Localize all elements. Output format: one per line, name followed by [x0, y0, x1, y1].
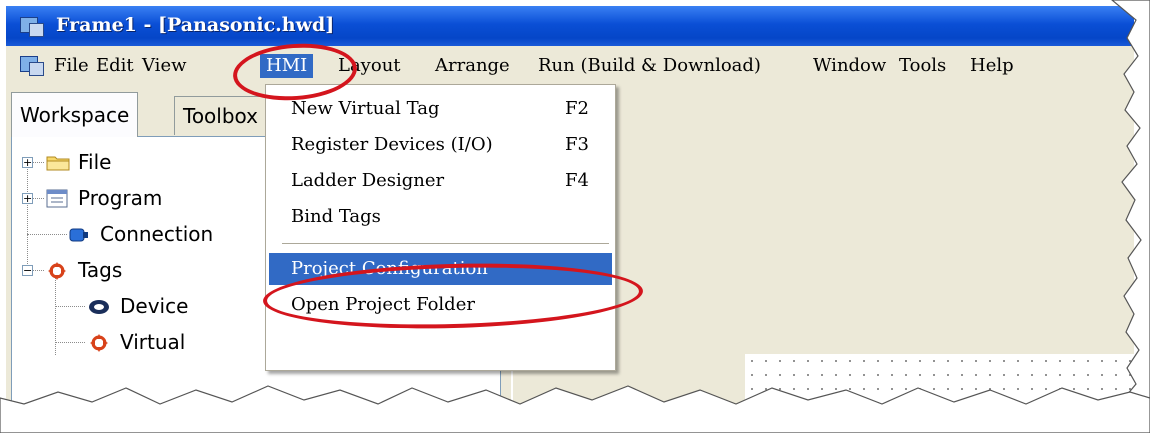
tab-toolbox[interactable]: Toolbox — [174, 96, 267, 135]
document-icon[interactable] — [20, 54, 44, 76]
tree-label-device: Device — [120, 294, 189, 318]
application-window: Frame1 - [Panasonic.hwd] File Edit View … — [6, 6, 1134, 426]
menu-file[interactable]: File — [48, 54, 95, 78]
menu-tools[interactable]: Tools — [893, 54, 952, 78]
menu-bar: File Edit View HMI Layout Arrange Run (B… — [6, 46, 1134, 84]
menu-window[interactable]: Window — [807, 54, 892, 78]
connection-icon — [69, 228, 88, 242]
menu-layout[interactable]: Layout — [332, 54, 407, 78]
tree-label-file: File — [78, 150, 112, 174]
design-canvas[interactable] — [745, 354, 1134, 426]
hmi-dropdown-menu: New Virtual Tag F2 Register Devices (I/O… — [265, 84, 616, 371]
tree-label-virtual: Virtual — [120, 330, 186, 354]
menu-hmi[interactable]: HMI — [260, 54, 314, 78]
tab-workspace[interactable]: Workspace — [11, 92, 139, 137]
expand-icon[interactable]: + — [22, 157, 33, 168]
program-icon — [46, 189, 68, 208]
window-title: Frame1 - [Panasonic.hwd] — [56, 14, 335, 36]
menu-help[interactable]: Help — [964, 54, 1020, 78]
menu-edit[interactable]: Edit — [90, 54, 140, 78]
menu-item-new-virtual-tag[interactable]: New Virtual Tag F2 — [269, 93, 612, 125]
virtual-tag-icon — [90, 334, 108, 352]
tree-label-program: Program — [78, 186, 163, 210]
menu-item-ladder-designer[interactable]: Ladder Designer F4 — [269, 165, 612, 197]
menu-item-project-configuration[interactable]: Project Configuration — [269, 253, 612, 285]
menu-view[interactable]: View — [136, 54, 193, 78]
menu-separator — [282, 243, 609, 244]
expand-icon[interactable]: + — [22, 193, 33, 204]
tags-icon — [48, 262, 66, 280]
tree-label-connection: Connection — [100, 222, 214, 246]
menu-item-bind-tags[interactable]: Bind Tags — [269, 201, 612, 233]
app-icon — [20, 15, 44, 37]
menu-item-register-devices[interactable]: Register Devices (I/O) F3 — [269, 129, 612, 161]
menu-run[interactable]: Run (Build & Download) — [532, 54, 767, 78]
collapse-icon[interactable]: − — [22, 265, 33, 276]
menu-item-open-project-folder[interactable]: Open Project Folder — [269, 289, 612, 321]
title-bar[interactable]: Frame1 - [Panasonic.hwd] — [6, 6, 1134, 46]
device-tag-icon — [89, 300, 109, 314]
folder-icon — [46, 156, 70, 171]
menu-arrange[interactable]: Arrange — [429, 54, 516, 78]
tree-label-tags: Tags — [78, 258, 123, 282]
